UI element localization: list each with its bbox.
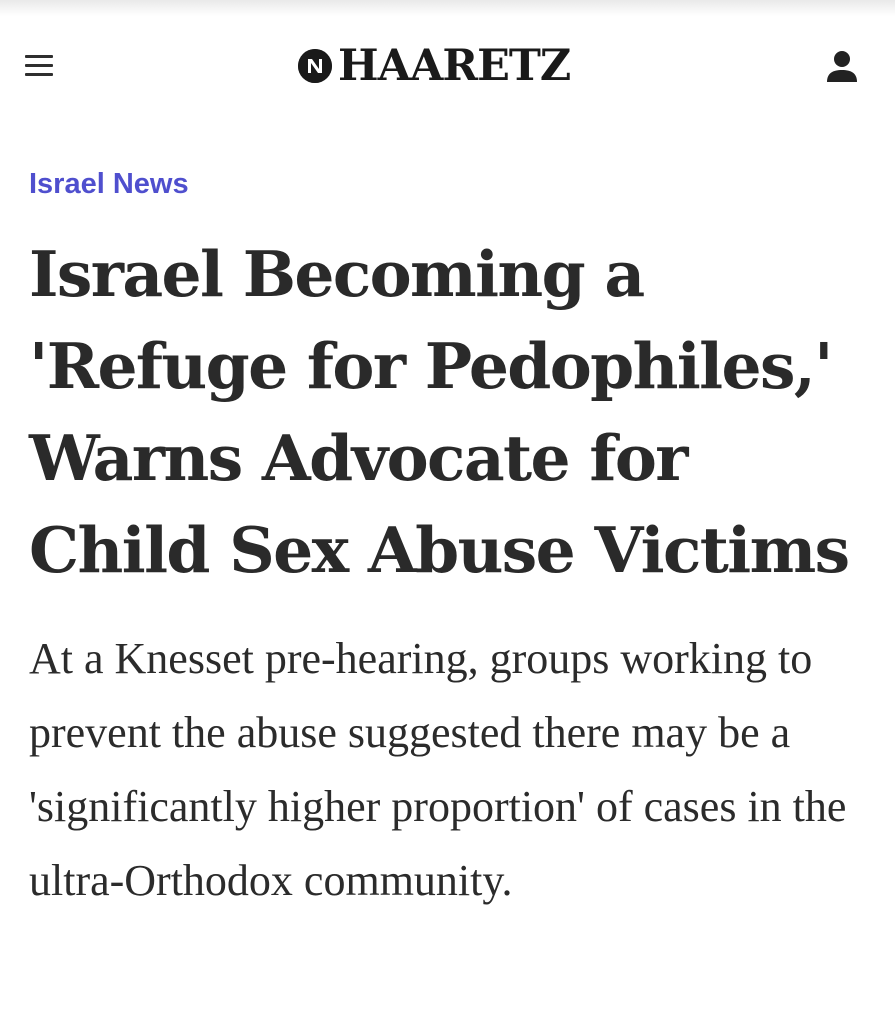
haaretz-logo-mark-icon [298,49,332,83]
hamburger-menu-icon-line [25,73,53,76]
menu-button[interactable] [22,50,56,80]
status-bar-shade [0,0,895,16]
hamburger-menu-icon [25,55,53,58]
article-subheadline: At a Knesset pre-hearing, groups working… [29,634,847,905]
hamburger-menu-icon-line [25,64,53,67]
article-headline: Israel Becoming a 'Refuge for Pedophiles… [29,237,850,587]
section-link-israel-news[interactable]: Israel News [29,162,189,206]
site-header: HAARETZ [0,16,895,116]
account-button[interactable] [822,46,862,86]
user-account-icon [827,51,857,82]
logo-text: HAARETZ [338,41,571,91]
haaretz-logo[interactable]: HAARETZ [298,38,571,94]
